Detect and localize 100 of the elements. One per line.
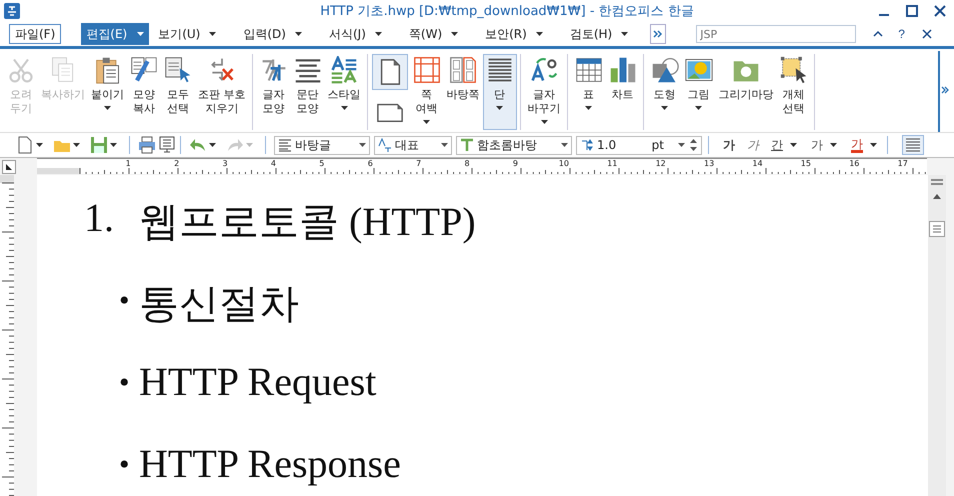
ruler-number: 9 bbox=[512, 159, 519, 168]
menu-item[interactable]: 보안(R) bbox=[480, 24, 532, 44]
vertical-scrollbar[interactable] bbox=[928, 175, 946, 496]
caret-icon[interactable] bbox=[374, 32, 382, 36]
folder-smiley-button[interactable]: 그리기마당 bbox=[716, 54, 776, 130]
style-combo[interactable]: 바탕글 bbox=[274, 136, 370, 154]
more-menus-icon[interactable] bbox=[650, 24, 666, 44]
maximize-icon[interactable] bbox=[904, 3, 920, 19]
window-title: HTTP 기초.hwp [D:₩tmp_download₩1₩] - 한컴오피스 한글 bbox=[319, 3, 695, 20]
caret-icon[interactable] bbox=[441, 143, 448, 147]
shapes-icon bbox=[650, 56, 678, 84]
caret-icon[interactable] bbox=[110, 143, 117, 147]
clipboard-button[interactable]: 붙이기 bbox=[88, 54, 127, 130]
caret-icon[interactable] bbox=[359, 143, 366, 147]
menu-item[interactable]: 파일(F) bbox=[9, 24, 62, 44]
ruler-number: 10 bbox=[558, 159, 570, 168]
clear-marks-button[interactable]: 조판 부호 지우기 bbox=[195, 54, 248, 130]
bullet-mark: • bbox=[119, 447, 131, 482]
picture-button[interactable]: 그림 bbox=[682, 54, 716, 130]
caret-icon[interactable] bbox=[621, 32, 628, 36]
font-combo[interactable]: 함초롬바탕 bbox=[456, 136, 572, 154]
ruler-number: 8 bbox=[464, 159, 471, 168]
caret-icon[interactable] bbox=[451, 32, 458, 36]
ruler-number: 12 bbox=[654, 159, 667, 168]
new-document-icon[interactable] bbox=[16, 136, 34, 154]
color-button[interactable]: 가 bbox=[845, 138, 881, 152]
close-icon[interactable] bbox=[932, 3, 948, 19]
ruler-number: 4 bbox=[270, 159, 277, 168]
caret-icon[interactable] bbox=[585, 106, 592, 110]
font-size-field[interactable]: 1.0 pt bbox=[576, 136, 702, 154]
paragraph-lines-button[interactable]: 문단 모양 bbox=[290, 54, 324, 130]
replace-text-button[interactable]: 글자 바꾸기 bbox=[524, 54, 564, 130]
style-icon bbox=[330, 56, 358, 84]
ruler-number: 6 bbox=[366, 159, 374, 168]
object-select-button[interactable]: 개체 선택 bbox=[776, 54, 810, 130]
caret-icon[interactable] bbox=[790, 143, 797, 147]
caret-icon[interactable] bbox=[73, 143, 80, 147]
tab-type-icon[interactable] bbox=[2, 160, 16, 174]
preview-icon[interactable] bbox=[158, 136, 176, 154]
picture-icon bbox=[684, 56, 712, 84]
caret-icon[interactable] bbox=[209, 32, 216, 36]
menu-item[interactable]: 서식(J) bbox=[324, 24, 371, 44]
format-brush-icon bbox=[130, 56, 158, 84]
underline-button[interactable]: 간 bbox=[765, 136, 801, 154]
select-all-button[interactable]: 모두 선택 bbox=[161, 54, 195, 130]
menu-item[interactable]: 보기(U) bbox=[153, 24, 206, 44]
caret-icon[interactable] bbox=[340, 106, 348, 110]
page-margins-button[interactable]: 쪽 여백 bbox=[410, 54, 444, 130]
ruler-number: 5 bbox=[318, 159, 326, 168]
caret-icon[interactable] bbox=[294, 32, 302, 36]
ruler-number: 16 bbox=[848, 159, 860, 168]
caret-icon[interactable] bbox=[104, 106, 111, 110]
caret-icon[interactable] bbox=[661, 106, 668, 110]
justify-icon[interactable] bbox=[902, 135, 924, 155]
outline-button[interactable]: 가 bbox=[805, 136, 841, 154]
caret-icon[interactable] bbox=[496, 106, 503, 110]
caret-icon[interactable] bbox=[561, 143, 568, 147]
caret-icon[interactable] bbox=[423, 120, 430, 124]
bar-chart-button[interactable]: 차트 bbox=[606, 54, 640, 130]
ruler-number: 2 bbox=[173, 159, 180, 168]
caret-icon[interactable] bbox=[678, 143, 685, 147]
caret-icon[interactable] bbox=[209, 143, 216, 147]
spinner-icon[interactable] bbox=[689, 138, 698, 152]
ruler-number: 14 bbox=[751, 159, 764, 168]
portrait-page-button[interactable] bbox=[372, 54, 408, 90]
style-button[interactable]: 스타일 bbox=[324, 54, 364, 130]
caret-icon[interactable] bbox=[695, 106, 702, 110]
help-button[interactable]: ? bbox=[898, 27, 905, 41]
italic-button[interactable]: 가 bbox=[741, 136, 761, 154]
caret-icon[interactable] bbox=[540, 120, 548, 124]
format-brush-button[interactable]: 모양 복사 bbox=[127, 54, 161, 130]
caret-icon[interactable] bbox=[830, 143, 837, 147]
close-icon[interactable] bbox=[920, 28, 933, 40]
line-spacing-icon bbox=[580, 138, 594, 152]
object-select-icon bbox=[780, 56, 808, 84]
language-combo[interactable]: 대표 bbox=[374, 136, 452, 154]
printer-icon[interactable] bbox=[138, 136, 156, 154]
heading-text: 웹프로토콜 (HTTP) bbox=[139, 198, 476, 246]
caret-icon[interactable] bbox=[36, 143, 43, 147]
caret-icon[interactable] bbox=[536, 32, 543, 36]
bold-button[interactable]: 가 bbox=[717, 136, 737, 154]
bullet-text: HTTP Response bbox=[139, 440, 401, 487]
select-all-icon bbox=[164, 56, 192, 84]
menu-item[interactable]: 쪽(W) bbox=[404, 24, 448, 44]
menu-item[interactable]: 입력(D) bbox=[238, 24, 291, 44]
bar-chart-icon bbox=[608, 56, 636, 84]
scroll-thumb[interactable] bbox=[929, 221, 945, 237]
replace-text-icon bbox=[530, 56, 558, 84]
caret-icon[interactable] bbox=[870, 143, 877, 147]
app-logo-icon bbox=[4, 3, 20, 19]
menu-item[interactable]: 검토(H) bbox=[564, 24, 618, 44]
character-shape-button[interactable]: 글자 모양 bbox=[256, 54, 290, 130]
paragraph-lines-icon bbox=[278, 138, 292, 152]
bullet-text: HTTP Request bbox=[139, 358, 376, 405]
menu-item[interactable]: 편집(E) bbox=[81, 23, 150, 45]
table-button[interactable]: 표 bbox=[572, 54, 606, 130]
columns-button[interactable]: 단 bbox=[482, 54, 516, 130]
columns-icon bbox=[486, 56, 514, 84]
master-page-button[interactable]: 바탕쪽 bbox=[444, 54, 482, 130]
shapes-button[interactable]: 도형 bbox=[648, 54, 682, 130]
